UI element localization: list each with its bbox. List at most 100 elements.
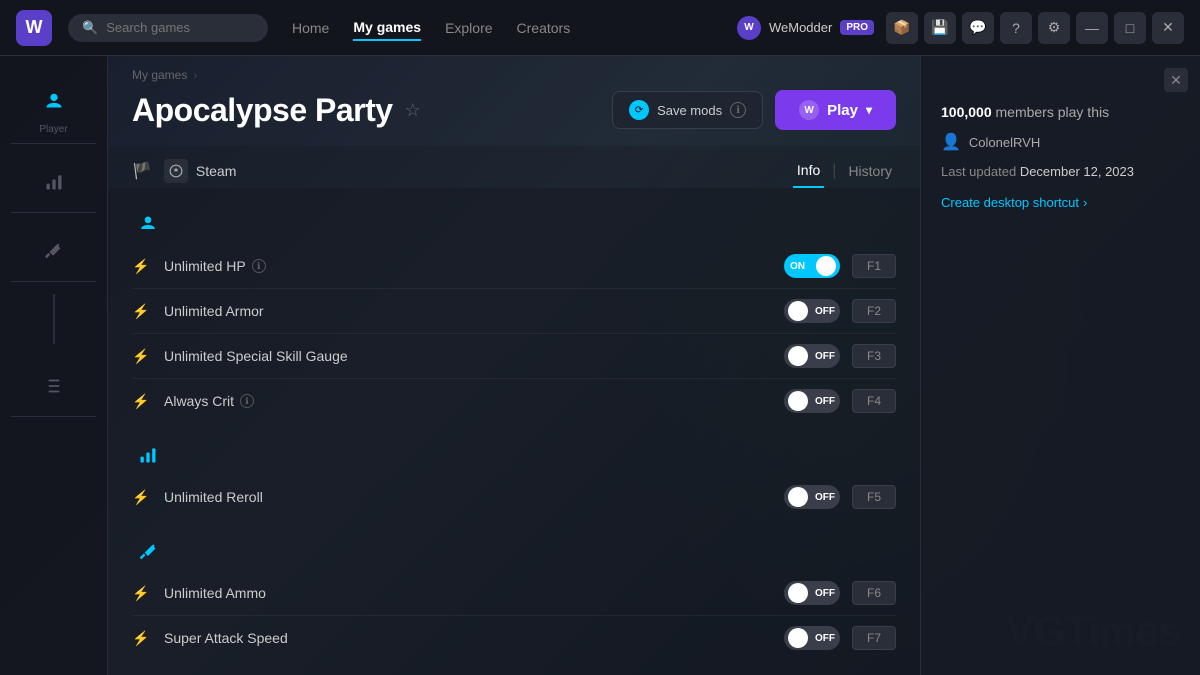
game-title-row: Apocalypse Party ☆ ⟳ Save mods ℹ W Play … xyxy=(132,90,896,130)
wemodder-logo: W xyxy=(737,16,761,40)
logo: W xyxy=(16,10,52,46)
search-box[interactable]: 🔍 xyxy=(68,14,268,42)
game-title: Apocalypse Party xyxy=(132,92,393,129)
breadcrumb: My games › xyxy=(132,68,896,82)
mod-name-speed: Super Attack Speed xyxy=(164,630,772,646)
toggle-armor[interactable]: OFF xyxy=(784,299,840,323)
sidebar-icon-weapon[interactable] xyxy=(32,229,76,273)
user-badge: W WeModder PRO xyxy=(737,16,874,40)
info-content: 100,000 members play this 👤 ColonelRVH L… xyxy=(921,80,1200,234)
toggle-crit-knob xyxy=(788,391,808,411)
hotkey-ammo[interactable]: F6 xyxy=(852,581,896,605)
toggle-skill-knob xyxy=(788,346,808,366)
save-mods-icon: ⟳ xyxy=(629,100,649,120)
create-shortcut-link[interactable]: Create desktop shortcut › xyxy=(941,195,1180,210)
mod-name-reroll: Unlimited Reroll xyxy=(164,489,772,505)
minimize-button[interactable]: — xyxy=(1076,12,1108,44)
author-name: ColonelRVH xyxy=(969,135,1040,150)
mod-row-unlimited-armor: ⚡ Unlimited Armor OFF F2 xyxy=(132,289,896,334)
hotkey-reroll[interactable]: F5 xyxy=(852,485,896,509)
topbar: W 🔍 Home My games Explore Creators W WeM… xyxy=(0,0,1200,56)
toggle-reroll[interactable]: OFF xyxy=(784,485,840,509)
inventory-button[interactable]: 📦 xyxy=(886,12,918,44)
main-content: Player My games › Apocaly xyxy=(0,56,1200,675)
members-text: 100,000 members play this xyxy=(941,104,1180,120)
hotkey-hp[interactable]: F1 xyxy=(852,254,896,278)
hotkey-speed[interactable]: F7 xyxy=(852,626,896,650)
bolt-icon-speed: ⚡ xyxy=(132,630,152,647)
bolt-icon-skill: ⚡ xyxy=(132,348,152,365)
author-row: 👤 ColonelRVH xyxy=(941,132,1180,152)
mod-name-armor: Unlimited Armor xyxy=(164,303,772,319)
toggle-reroll-label: OFF xyxy=(815,492,835,503)
toggle-crit[interactable]: OFF xyxy=(784,389,840,413)
toggle-speed[interactable]: OFF xyxy=(784,626,840,650)
save-mods-button[interactable]: ⟳ Save mods ℹ xyxy=(612,91,763,129)
hotkey-skill[interactable]: F3 xyxy=(852,344,896,368)
settings-button[interactable]: ⚙ xyxy=(1038,12,1070,44)
toggle-speed-knob xyxy=(788,628,808,648)
save-mods-info-icon[interactable]: ℹ xyxy=(730,102,746,118)
search-input[interactable] xyxy=(106,20,254,35)
sidebar-stats-section xyxy=(11,152,97,213)
mod-row-attack-speed: ⚡ Super Attack Speed OFF F7 xyxy=(132,616,896,660)
tab-history[interactable]: History xyxy=(844,155,896,187)
toggle-skill-label: OFF xyxy=(815,351,835,362)
toggle-armor-label: OFF xyxy=(815,306,835,317)
flag-icon[interactable]: 🏴 xyxy=(132,161,152,181)
sidebar: Player xyxy=(0,56,108,675)
tab-divider: | xyxy=(832,162,836,180)
play-chevron-icon: ▾ xyxy=(866,103,872,117)
toggle-skill[interactable]: OFF xyxy=(784,344,840,368)
toggle-ammo-label: OFF xyxy=(815,588,835,599)
toggle-hp-label: ON xyxy=(790,261,805,272)
header-actions: ⟳ Save mods ℹ W Play ▾ xyxy=(612,90,896,130)
discord-button[interactable]: 💬 xyxy=(962,12,994,44)
platform-tabs: Info | History xyxy=(793,154,896,188)
nav-my-games[interactable]: My games xyxy=(353,15,421,41)
breadcrumb-parent[interactable]: My games xyxy=(132,68,187,82)
help-button[interactable]: ? xyxy=(1000,12,1032,44)
mod-name-ammo: Unlimited Ammo xyxy=(164,585,772,601)
section-header-player xyxy=(132,196,896,244)
nav-creators[interactable]: Creators xyxy=(517,16,571,40)
bolt-icon-armor: ⚡ xyxy=(132,303,152,320)
sidebar-player-section: Player xyxy=(11,72,97,144)
members-count: 100,000 xyxy=(941,104,992,120)
download-button[interactable]: 💾 xyxy=(924,12,956,44)
section-icon-player xyxy=(132,208,164,240)
crit-info-icon[interactable]: ℹ xyxy=(240,394,254,408)
section-stats: ⚡ Unlimited Reroll OFF F5 xyxy=(132,427,896,519)
play-button[interactable]: W Play ▾ xyxy=(775,90,896,130)
nav-explore[interactable]: Explore xyxy=(445,16,492,40)
favorite-button[interactable]: ☆ xyxy=(405,100,421,121)
mod-row-unlimited-reroll: ⚡ Unlimited Reroll OFF F5 xyxy=(132,475,896,519)
sidebar-icon-stats[interactable] xyxy=(32,160,76,204)
toggle-hp[interactable]: ON xyxy=(784,254,840,278)
mod-name-hp: Unlimited HP ℹ xyxy=(164,258,772,274)
maximize-button[interactable]: □ xyxy=(1114,12,1146,44)
hotkey-armor[interactable]: F2 xyxy=(852,299,896,323)
steam-icon xyxy=(164,159,188,183)
section-player: ⚡ Unlimited HP ℹ ON F1 ⚡ Unlimited Armor xyxy=(132,196,896,423)
info-close-button[interactable]: ✕ xyxy=(1164,68,1188,92)
bolt-icon-ammo: ⚡ xyxy=(132,585,152,602)
toggle-armor-knob xyxy=(788,301,808,321)
sidebar-icon-misc[interactable] xyxy=(32,364,76,408)
toggle-ammo[interactable]: OFF xyxy=(784,581,840,605)
nav-home[interactable]: Home xyxy=(292,16,329,40)
sidebar-weapon-section xyxy=(11,221,97,282)
tab-info[interactable]: Info xyxy=(793,154,824,188)
updated-row: Last updated December 12, 2023 xyxy=(941,164,1180,179)
sidebar-divider xyxy=(53,294,55,344)
breadcrumb-arrow: › xyxy=(193,68,197,82)
sidebar-icon-player[interactable] xyxy=(32,80,76,124)
mod-row-unlimited-hp: ⚡ Unlimited HP ℹ ON F1 xyxy=(132,244,896,289)
section-misc: ⚡ Game Speed 100 CTRL + xyxy=(132,664,896,675)
close-button[interactable]: ✕ xyxy=(1152,12,1184,44)
hp-info-icon[interactable]: ℹ xyxy=(252,259,266,273)
content-panel: My games › Apocalypse Party ☆ ⟳ Save mod… xyxy=(108,56,920,675)
section-header-stats xyxy=(132,427,896,475)
toggle-hp-knob xyxy=(816,256,836,276)
hotkey-crit[interactable]: F4 xyxy=(852,389,896,413)
